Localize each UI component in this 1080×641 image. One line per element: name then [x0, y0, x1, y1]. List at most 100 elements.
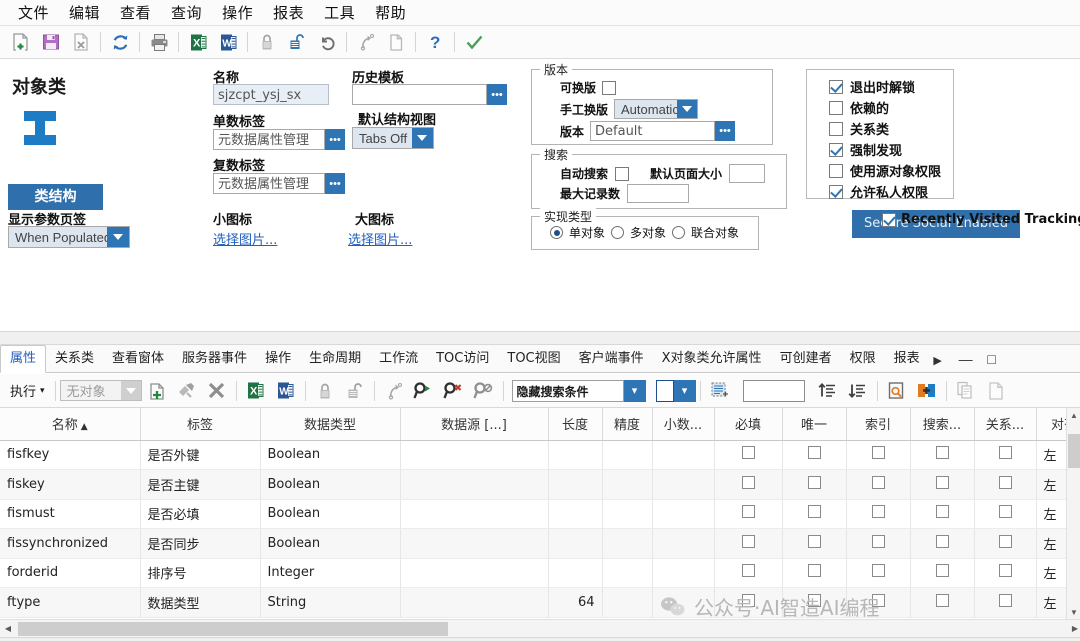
cell-decimal[interactable]: [652, 558, 715, 588]
cell-relation[interactable]: [974, 499, 1037, 529]
menu-report[interactable]: 报表: [263, 0, 314, 25]
cell-relation[interactable]: [974, 587, 1037, 618]
cell-datatype[interactable]: Boolean: [260, 499, 401, 529]
col-header-label[interactable]: 标签: [140, 408, 261, 441]
cell-datasource[interactable]: [400, 440, 549, 470]
table-row[interactable]: ftype 数据类型 String 64 左: [0, 587, 1080, 618]
tab-toc-access[interactable]: TOC访问: [427, 346, 498, 372]
cell-unique[interactable]: [782, 558, 847, 588]
plural-label-input[interactable]: 元数据属性管理: [213, 173, 325, 194]
option-relationship-class[interactable]: 关系类: [807, 119, 953, 138]
refresh-icon[interactable]: [105, 28, 135, 56]
chevron-down-icon[interactable]: [120, 381, 141, 400]
required-checkbox[interactable]: [741, 534, 755, 548]
cell-unique[interactable]: [782, 440, 847, 470]
cell-datatype[interactable]: Integer: [260, 558, 401, 588]
required-checkbox[interactable]: [741, 564, 755, 578]
cell-relation[interactable]: [974, 528, 1037, 559]
cell-searchable[interactable]: [910, 558, 975, 588]
large-icon-choose-link[interactable]: 选择图片...: [348, 229, 412, 248]
relation-checkbox[interactable]: [998, 475, 1012, 489]
required-checkbox[interactable]: [741, 446, 755, 460]
cell-label[interactable]: 是否主键: [140, 469, 261, 500]
show-param-tab-select[interactable]: When Populated: [8, 226, 130, 248]
cell-length[interactable]: 64: [548, 587, 603, 618]
chevron-down-icon[interactable]: [677, 100, 698, 118]
paste-special-icon[interactable]: [172, 377, 202, 405]
cell-indexed[interactable]: [846, 528, 911, 559]
cell-label[interactable]: 排序号: [140, 558, 261, 588]
option-force-discovery-checkbox[interactable]: [829, 142, 843, 157]
cell-precision[interactable]: [602, 469, 653, 500]
cell-required[interactable]: [714, 499, 783, 529]
menu-tools[interactable]: 工具: [314, 0, 365, 25]
manual-revise-select[interactable]: Automatic: [614, 99, 699, 119]
cell-datasource[interactable]: [400, 528, 549, 559]
cell-label[interactable]: 数据类型: [140, 587, 261, 618]
impl-type-radio-single[interactable]: [550, 226, 563, 239]
cell-unique[interactable]: [782, 528, 847, 559]
small-icon-choose-link[interactable]: 选择图片...: [213, 229, 277, 248]
tab-server-events[interactable]: 服务器事件: [173, 346, 256, 372]
default-page-size-input[interactable]: [729, 164, 766, 183]
recently-visited-tracking-checkbox[interactable]: [882, 212, 896, 227]
menu-view[interactable]: 查看: [110, 0, 161, 25]
tab-relationship-class[interactable]: 关系类: [46, 346, 103, 372]
tab-client-events[interactable]: 客户端事件: [570, 346, 653, 372]
menu-query[interactable]: 查询: [161, 0, 212, 25]
cell-searchable[interactable]: [910, 528, 975, 559]
unique-checkbox[interactable]: [807, 564, 821, 578]
history-template-browse-button[interactable]: •••: [487, 84, 507, 105]
relation-checkbox[interactable]: [998, 505, 1012, 519]
unique-checkbox[interactable]: [807, 446, 821, 460]
new-document-icon[interactable]: [6, 28, 36, 56]
cell-indexed[interactable]: [846, 587, 911, 618]
minimize-panel-button[interactable]: —: [953, 346, 979, 372]
find-disable-icon[interactable]: [469, 377, 499, 405]
add-row-icon[interactable]: [142, 377, 172, 405]
cell-label[interactable]: 是否同步: [140, 528, 261, 559]
export-excel-icon[interactable]: X: [241, 377, 271, 405]
cell-datasource[interactable]: [400, 469, 549, 500]
plural-label-browse-button[interactable]: •••: [325, 173, 345, 194]
table-row[interactable]: fiskey 是否主键 Boolean 左: [0, 469, 1080, 500]
scroll-down-icon[interactable]: ▼: [1067, 605, 1080, 619]
attributes-grid[interactable]: 名称 ▲ 标签 数据类型 数据源 [...] 长度 精度 小数... 必填 唯一 …: [0, 408, 1080, 619]
cell-name[interactable]: forderid: [0, 558, 141, 588]
cell-required[interactable]: [714, 469, 783, 500]
cell-name[interactable]: ftype: [0, 587, 141, 618]
indent-down-icon[interactable]: [843, 377, 873, 405]
tab-view-form[interactable]: 查看窗体: [103, 346, 173, 372]
indexed-checkbox[interactable]: [871, 564, 885, 578]
indexed-checkbox[interactable]: [871, 534, 885, 548]
max-records-input[interactable]: [627, 184, 690, 203]
cell-label[interactable]: 是否外键: [140, 440, 261, 470]
tab-creators[interactable]: 可创建者: [771, 346, 841, 372]
cell-decimal[interactable]: [652, 528, 715, 559]
scroll-up-icon[interactable]: ▲: [1067, 408, 1080, 422]
panel-splitter[interactable]: [0, 331, 1080, 345]
copy-icon[interactable]: [951, 377, 981, 405]
redo-icon[interactable]: [351, 28, 381, 56]
cell-precision[interactable]: [602, 440, 653, 470]
cell-precision[interactable]: [602, 558, 653, 588]
col-header-name[interactable]: 名称 ▲: [0, 408, 141, 441]
paste-icon[interactable]: [981, 377, 1011, 405]
unlock-icon[interactable]: [340, 377, 370, 405]
col-header-datatype[interactable]: 数据类型: [260, 408, 401, 441]
option-unlock-on-exit-checkbox[interactable]: [829, 79, 843, 94]
auto-search-checkbox[interactable]: [615, 166, 630, 181]
cell-datatype[interactable]: Boolean: [260, 469, 401, 500]
cell-searchable[interactable]: [910, 469, 975, 500]
required-checkbox[interactable]: [741, 505, 755, 519]
singular-label-input[interactable]: 元数据属性管理: [213, 129, 325, 150]
cell-relation[interactable]: [974, 440, 1037, 470]
table-row[interactable]: forderid 排序号 Integer 左: [0, 558, 1080, 588]
zoom-find-icon[interactable]: [882, 377, 912, 405]
undo-icon[interactable]: [312, 28, 342, 56]
cell-required[interactable]: [714, 440, 783, 470]
cell-indexed[interactable]: [846, 499, 911, 529]
cell-decimal[interactable]: [652, 440, 715, 470]
cell-length[interactable]: [548, 499, 603, 529]
table-row[interactable]: fismust 是否必填 Boolean 左: [0, 499, 1080, 529]
